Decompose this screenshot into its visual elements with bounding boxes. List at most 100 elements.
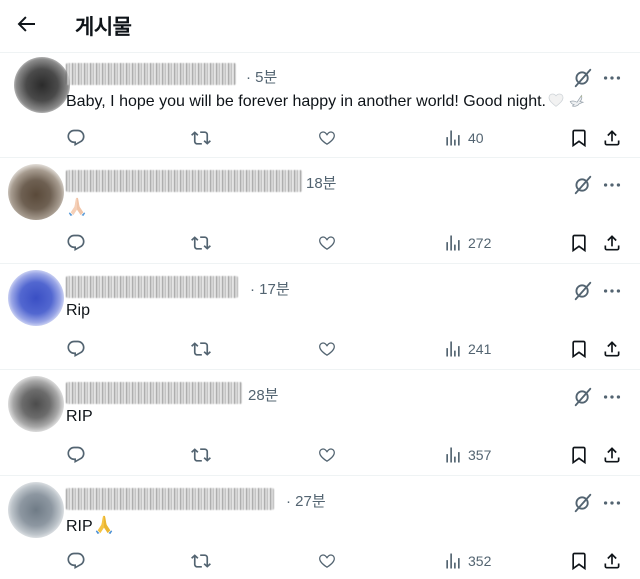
post-text: RIP — [66, 514, 115, 536]
avatar[interactable] — [8, 376, 64, 432]
post[interactable]: 18분 272 — [0, 158, 640, 264]
post-actions: 357 — [0, 444, 640, 468]
blurred-username[interactable] — [66, 382, 242, 404]
post[interactable]: · 27분 RIP 352 — [0, 476, 640, 579]
repost-icon — [191, 236, 211, 250]
more-icon[interactable] — [601, 174, 623, 196]
views-count: 272 — [468, 235, 492, 251]
bookmark-button[interactable] — [569, 127, 589, 149]
share-button[interactable] — [602, 550, 622, 572]
reply-icon — [67, 552, 85, 569]
reply-icon — [67, 129, 85, 146]
share-icon — [604, 130, 620, 146]
post-text: Rip — [66, 302, 90, 320]
views-count: 357 — [468, 447, 492, 463]
reply-icon — [67, 234, 85, 251]
page-title: 게시물 — [75, 15, 132, 39]
bookmark-button[interactable] — [569, 338, 589, 360]
post-time[interactable]: · 27분 — [286, 490, 326, 511]
time-label: 5분 — [255, 69, 278, 86]
bookmark-button[interactable] — [569, 232, 589, 254]
views-icon — [446, 130, 460, 146]
post-text — [66, 196, 88, 218]
post-time[interactable]: 18분 — [306, 172, 337, 193]
like-button[interactable] — [317, 127, 337, 149]
repost-button[interactable] — [191, 127, 211, 149]
repost-button[interactable] — [191, 550, 211, 572]
like-button[interactable] — [317, 550, 337, 572]
blurred-username[interactable] — [66, 276, 238, 298]
post-time[interactable]: · 17분 — [250, 278, 290, 299]
views-icon — [446, 341, 460, 357]
views-button[interactable]: 40 — [443, 127, 484, 149]
heart-icon — [319, 342, 335, 356]
more-icon[interactable] — [601, 386, 623, 408]
reply-button[interactable] — [66, 232, 86, 254]
blurred-username[interactable] — [66, 63, 236, 85]
share-button[interactable] — [602, 232, 622, 254]
like-button[interactable] — [317, 338, 337, 360]
share-icon — [604, 553, 620, 569]
time-label: 27분 — [295, 493, 326, 510]
bookmark-icon — [572, 552, 586, 571]
post-actions: 352 — [0, 550, 640, 574]
dot-separator: · — [250, 281, 260, 298]
post-time[interactable]: 28분 — [248, 384, 279, 405]
avatar[interactable] — [8, 482, 64, 538]
post[interactable]: · 17분 Rip 241 — [0, 264, 640, 370]
heart-icon — [319, 448, 335, 462]
dot-separator: · — [246, 69, 256, 86]
more-icon[interactable] — [601, 280, 623, 302]
views-icon — [446, 447, 460, 463]
blurred-username[interactable] — [66, 170, 302, 192]
like-button[interactable] — [317, 444, 337, 466]
post[interactable]: 28분 RIP 357 — [0, 370, 640, 476]
heart-icon — [319, 236, 335, 250]
repost-button[interactable] — [191, 232, 211, 254]
arrow-left-icon[interactable] — [14, 12, 38, 36]
share-button[interactable] — [602, 338, 622, 360]
avatar[interactable] — [8, 270, 64, 326]
grok-icon[interactable] — [572, 67, 594, 89]
share-button[interactable] — [602, 127, 622, 149]
reply-button[interactable] — [66, 550, 86, 572]
bookmark-icon — [572, 340, 586, 359]
grok-icon[interactable] — [572, 492, 594, 514]
post-actions: 272 — [0, 232, 640, 256]
reply-button[interactable] — [66, 444, 86, 466]
views-button[interactable]: 241 — [443, 338, 491, 360]
reply-button[interactable] — [66, 127, 86, 149]
reply-button[interactable] — [66, 338, 86, 360]
more-icon[interactable] — [601, 67, 623, 89]
repost-icon — [191, 131, 211, 145]
more-icon[interactable] — [601, 492, 623, 514]
share-button[interactable] — [602, 444, 622, 466]
grok-icon[interactable] — [572, 174, 594, 196]
repost-button[interactable] — [191, 444, 211, 466]
reply-icon — [67, 340, 85, 357]
views-button[interactable]: 272 — [443, 232, 491, 254]
post-time[interactable]: · 5분 — [246, 66, 277, 87]
views-button[interactable]: 357 — [443, 444, 491, 466]
avatar[interactable] — [14, 57, 70, 113]
blurred-username[interactable] — [66, 488, 274, 510]
grok-icon[interactable] — [572, 386, 594, 408]
views-count: 352 — [468, 553, 492, 569]
bookmark-button[interactable] — [569, 550, 589, 572]
heart-icon — [319, 131, 335, 145]
post-text-body: RIP — [66, 518, 93, 535]
bookmark-button[interactable] — [569, 444, 589, 466]
views-count: 40 — [468, 130, 484, 146]
views-count: 241 — [468, 341, 492, 357]
avatar[interactable] — [8, 164, 64, 220]
post-text: Baby, I hope you will be forever happy i… — [66, 91, 586, 111]
repost-button[interactable] — [191, 338, 211, 360]
bookmark-icon — [572, 129, 586, 148]
like-button[interactable] — [317, 232, 337, 254]
views-button[interactable]: 352 — [443, 550, 491, 572]
grok-icon[interactable] — [572, 280, 594, 302]
folded-hands-icon — [95, 515, 112, 534]
bookmark-icon — [572, 446, 586, 465]
views-icon — [446, 553, 460, 569]
post[interactable]: · 5분 Baby, I hope you will be forever ha… — [0, 52, 640, 158]
